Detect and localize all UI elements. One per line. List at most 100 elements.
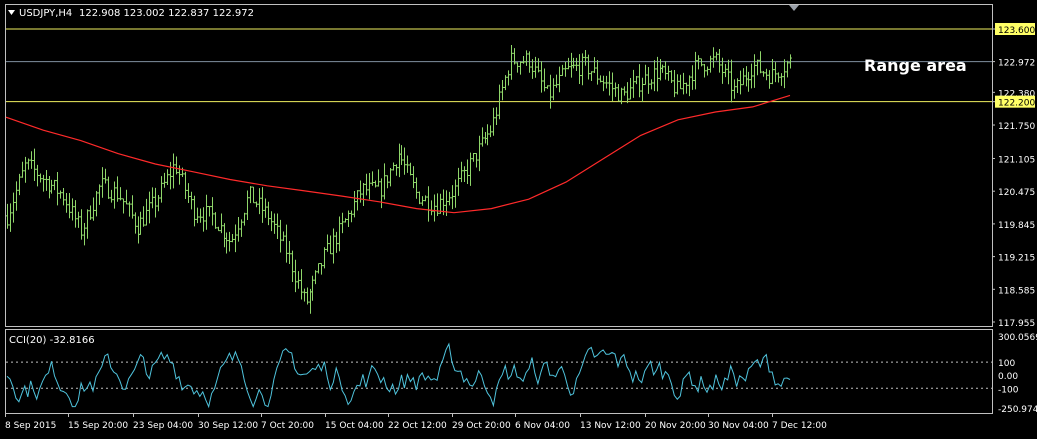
ohlc-bar [71,198,74,221]
ohlc-bar [383,163,386,200]
ohlc-bar [125,189,128,205]
ohlc-bar [142,206,145,227]
ohlc-bar [326,234,329,252]
ohlc-bar [341,212,344,234]
ohlc-bar [6,203,9,229]
ohlc-bar [418,191,421,205]
ohlc-bar [409,162,412,176]
cci-panel-frame [5,329,993,414]
ohlc-bar [110,189,113,203]
ohlc-bar [460,161,463,183]
ohlc-bar [786,60,789,78]
ohlc-bar [116,176,119,202]
ohlc-bar [65,192,68,213]
ohlc-bar [24,156,27,183]
ohlc-bar [175,156,178,175]
ohlc-bar [510,44,513,80]
ohlc-bar [406,155,409,173]
ohlc-bar [614,82,617,97]
ohlc-bar [311,275,314,301]
ohlc-bar [371,171,374,186]
ohlc-bar [486,124,489,146]
ohlc-bar [611,72,614,102]
ohlc-bar [454,179,457,208]
ohlc-bar [83,223,86,246]
ohlc-bar [228,231,231,252]
ohlc-bar [590,71,593,82]
chart-canvas[interactable]: 123.600122.972122.380122.200121.750121.1… [0,0,1037,435]
ohlc-bar [270,211,273,232]
ohlc-bar [80,209,83,240]
cci-axis-label: -250.9741 [998,405,1037,415]
ohlc-bar [540,61,543,93]
time-axis-label: 30 Sep 12:00 [198,421,258,431]
ohlc-bar [306,287,309,305]
ohlc-bar [433,194,436,222]
ohlc-bar [172,153,175,189]
ohlc-bar [190,191,193,210]
ohlc-bar [457,167,460,196]
ohlc-bar [68,192,71,219]
ohlc-bar [154,187,157,218]
ohlc-bar [59,190,62,199]
ohlc-bar [730,59,733,103]
ohlc-bar [15,181,18,211]
ohlc-bar [718,49,721,73]
ohlc-bar [163,172,166,188]
ohlc-values: 122.908 123.002 122.837 122.972 [79,8,254,19]
current-price-label: 122.972 [998,59,1035,69]
ohlc-bar [466,159,469,185]
ohlc-bar [700,58,703,67]
ohlc-bar [780,73,783,86]
time-axis-label: 15 Sep 20:00 [68,421,128,431]
ohlc-bar [202,207,205,232]
ohlc-bar [481,127,484,147]
chart-window[interactable]: 123.600 122.972 122.380 122.200 121.750 121.1… [0,0,1037,435]
ohlc-bar [30,151,33,169]
ohlc-bar [282,231,285,242]
ohlc-bar [12,192,15,223]
ohlc-bar [365,173,368,196]
time-axis-label: 13 Nov 12:00 [580,421,641,431]
shift-marker-icon[interactable] [789,5,799,11]
ohlc-bar [724,64,727,78]
ohlc-bar [137,216,140,244]
ohlc-bar [685,82,688,94]
ohlc-bar [347,210,350,228]
ohlc-bar [104,168,107,184]
ohlc-bar [92,197,95,221]
symbol-menu-triangle-icon[interactable] [8,10,15,15]
ohlc-bar [353,191,356,218]
ohlc-bar [303,288,306,302]
ohlc-bar [246,190,249,221]
ohlc-bar [484,132,487,144]
ohlc-bar [567,57,570,70]
ohlc-bar [214,212,217,229]
price-axis-label: 119.215 [998,254,1035,264]
ohlc-bar [139,211,142,235]
ohlc-bar [231,234,234,243]
ohlc-bar [386,175,389,189]
ohlc-bar [128,201,131,217]
ohlc-bar [424,195,427,202]
ohlc-bar [119,187,122,201]
ohlc-bar [736,78,739,93]
ohlc-bar [525,50,528,66]
ohlc-bar [36,164,39,187]
range-area-label: Range area [864,56,967,75]
ohlc-bar [131,195,134,219]
ohlc-bar [300,269,303,300]
ohlc-bar [593,57,596,73]
ohlc-bar [122,198,125,214]
ohlc-bar [42,174,45,192]
ohlc-bar [320,263,323,275]
price-bars [6,44,792,314]
ohlc-bar [356,190,359,211]
ohlc-bar [258,188,261,215]
ohlc-bar [89,205,92,220]
ohlc-bar [187,183,190,204]
ohlc-bar [193,195,196,227]
ohlc-bar [199,208,202,223]
ohlc-bar [546,85,549,89]
ohlc-bar [768,70,771,89]
